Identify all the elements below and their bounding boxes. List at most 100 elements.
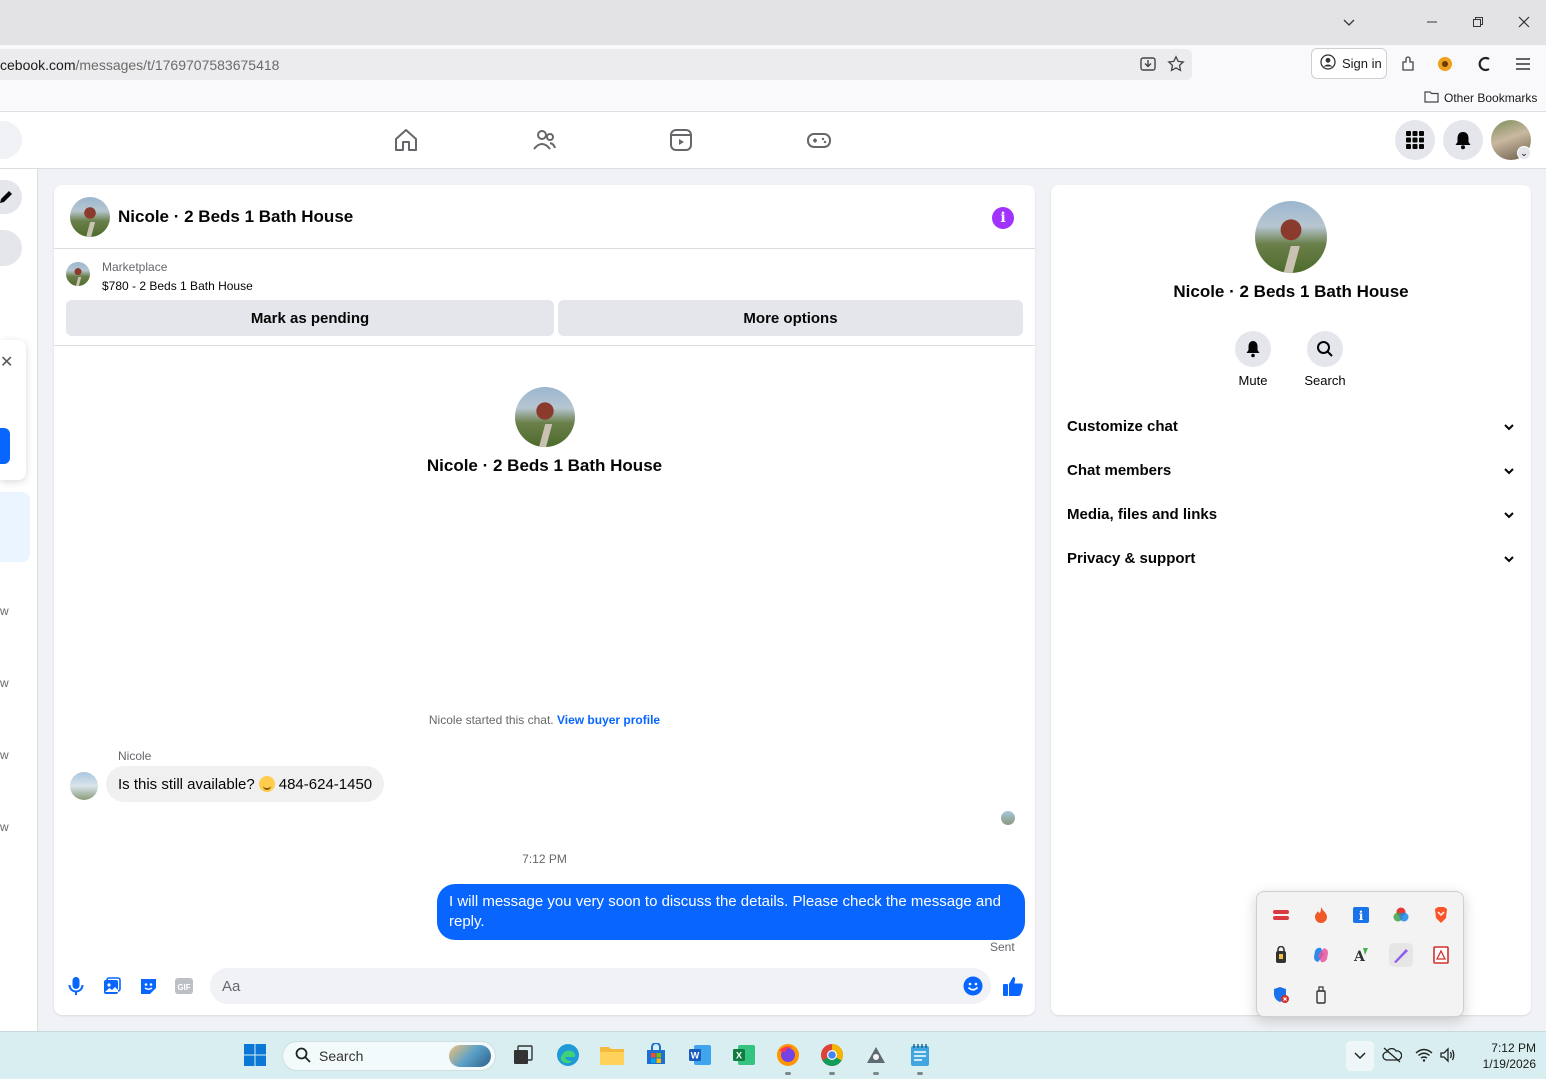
mute-label: Mute xyxy=(1238,373,1268,388)
windows-start-icon[interactable] xyxy=(241,1041,269,1069)
facebook-top-nav xyxy=(0,112,1546,169)
flame-app-icon[interactable] xyxy=(1309,903,1333,927)
pdf-app-icon[interactable] xyxy=(1429,943,1453,967)
notepad-icon[interactable] xyxy=(906,1041,934,1069)
info-app-icon[interactable]: i xyxy=(1349,903,1373,927)
word-icon[interactable]: W xyxy=(686,1041,714,1069)
extensions-icon[interactable] xyxy=(1397,53,1419,75)
chevron-down-icon[interactable]: ⌄ xyxy=(1517,146,1531,160)
details-profile-picture[interactable] xyxy=(1255,201,1327,273)
menu-grid-icon[interactable] xyxy=(1395,120,1435,160)
expressvpn-icon[interactable] xyxy=(1269,903,1293,927)
firefox-icon[interactable] xyxy=(774,1041,802,1069)
listing-title[interactable]: $780 - 2 Beds 1 Bath House xyxy=(102,279,253,293)
taskbar-clock[interactable]: 7:12 PM 1/19/2026 xyxy=(1466,1040,1536,1072)
security-app-icon[interactable] xyxy=(1269,943,1293,967)
chrome-icon[interactable] xyxy=(818,1041,846,1069)
chevron-down-icon xyxy=(1503,550,1515,567)
extension-fox-icon[interactable] xyxy=(1434,53,1456,75)
contact-profile-picture[interactable] xyxy=(515,387,575,447)
sender-avatar[interactable] xyxy=(70,772,98,800)
microphone-icon[interactable] xyxy=(65,975,87,997)
chat-item-time: w xyxy=(0,820,9,834)
privacy-support-section[interactable]: Privacy & support xyxy=(1067,536,1515,580)
info-icon[interactable]: i xyxy=(992,207,1014,229)
chat-item-time: w xyxy=(0,676,9,690)
sign-in-button[interactable]: Sign in xyxy=(1311,48,1387,79)
home-icon[interactable] xyxy=(392,126,420,154)
copilot-icon[interactable] xyxy=(1309,943,1333,967)
running-indicator xyxy=(785,1072,791,1075)
task-view-icon[interactable] xyxy=(509,1041,537,1069)
volume-icon[interactable] xyxy=(1434,1041,1462,1069)
usb-eject-icon[interactable] xyxy=(1309,983,1333,1007)
emoji-picker-icon[interactable] xyxy=(962,975,984,997)
conversation-title[interactable]: Nicole · 2 Beds 1 Bath House xyxy=(118,207,353,227)
other-bookmarks-label: Other Bookmarks xyxy=(1444,91,1538,105)
extension-c-icon[interactable] xyxy=(1474,53,1496,75)
pen-app-icon[interactable] xyxy=(1389,943,1413,967)
message-phone: 484-624-1450 xyxy=(278,775,373,793)
photo-icon[interactable] xyxy=(101,975,123,997)
unknown-app-icon[interactable] xyxy=(862,1041,890,1069)
url-bar[interactable]: cebook.com/messages/t/1769707583675418 xyxy=(0,49,1192,80)
color-wheel-app-icon[interactable] xyxy=(1389,903,1413,927)
close-icon[interactable]: ✕ xyxy=(0,352,14,372)
other-bookmarks-button[interactable]: Other Bookmarks xyxy=(1424,90,1537,106)
mute-button[interactable]: Mute xyxy=(1213,331,1293,388)
notifications-icon[interactable] xyxy=(1443,120,1483,160)
svg-text:i: i xyxy=(1359,909,1364,923)
outgoing-message[interactable]: I will message you very soon to discuss … xyxy=(437,884,1025,940)
windows-taskbar xyxy=(0,1031,1546,1079)
message-input[interactable]: Aa xyxy=(210,968,991,1004)
conversation-avatar[interactable] xyxy=(70,197,110,237)
url-path: /messages/t/1769707583675418 xyxy=(75,56,280,73)
marketplace-label: Marketplace xyxy=(102,260,168,274)
search-icon xyxy=(295,1047,311,1066)
notice-action-button[interactable] xyxy=(0,428,10,464)
system-tray-overflow: i A xyxy=(1256,891,1464,1017)
more-options-button[interactable]: More options xyxy=(558,300,1023,336)
brave-icon[interactable] xyxy=(1429,903,1453,927)
excel-icon[interactable]: X xyxy=(730,1041,758,1069)
view-buyer-profile-link[interactable]: View buyer profile xyxy=(557,713,660,727)
defender-alert-icon[interactable] xyxy=(1269,983,1293,1007)
chat-members-section[interactable]: Chat members xyxy=(1067,448,1515,492)
video-icon[interactable] xyxy=(667,126,695,154)
search-highlight-image xyxy=(449,1045,491,1067)
thumbs-up-icon[interactable] xyxy=(1002,975,1024,997)
show-hidden-icons-button[interactable] xyxy=(1346,1041,1374,1071)
chat-item-time: w xyxy=(0,604,9,618)
mark-as-pending-button[interactable]: Mark as pending xyxy=(66,300,554,336)
svg-text:X: X xyxy=(736,1051,742,1061)
sent-status: Sent xyxy=(990,940,1015,954)
microsoft-store-icon[interactable] xyxy=(642,1041,670,1069)
running-indicator xyxy=(917,1072,923,1075)
font-app-icon[interactable]: A xyxy=(1349,943,1373,967)
gif-icon[interactable]: GIF xyxy=(173,975,195,997)
divider xyxy=(54,345,1035,346)
media-files-links-section[interactable]: Media, files and links xyxy=(1067,492,1515,536)
taskbar-search-box[interactable]: Search xyxy=(282,1041,496,1071)
restore-icon[interactable] xyxy=(1463,8,1493,36)
edge-icon[interactable] xyxy=(554,1041,582,1069)
url-host: cebook.com xyxy=(0,56,76,73)
tab-list-chevron-icon[interactable] xyxy=(1334,8,1364,36)
bookmark-star-icon[interactable] xyxy=(1166,54,1186,74)
onedrive-offline-icon[interactable] xyxy=(1378,1041,1406,1069)
app-menu-icon[interactable] xyxy=(1512,53,1534,75)
minimize-icon[interactable] xyxy=(1417,8,1447,36)
listing-thumbnail[interactable] xyxy=(66,262,90,286)
sticker-icon[interactable] xyxy=(137,975,159,997)
incoming-message[interactable]: Is this still available? 484-624-1450 xyxy=(106,766,385,802)
sign-in-label: Sign in xyxy=(1342,56,1382,71)
file-explorer-icon[interactable] xyxy=(598,1041,626,1069)
gaming-icon[interactable] xyxy=(805,126,833,154)
selected-chat-item[interactable] xyxy=(0,492,30,562)
close-window-icon[interactable] xyxy=(1509,8,1539,36)
friends-icon[interactable] xyxy=(530,126,558,154)
customize-chat-section[interactable]: Customize chat xyxy=(1067,404,1515,448)
chats-sidebar xyxy=(0,169,38,1031)
search-conversation-button[interactable]: Search xyxy=(1285,331,1365,388)
save-to-pocket-icon[interactable] xyxy=(1138,54,1158,74)
